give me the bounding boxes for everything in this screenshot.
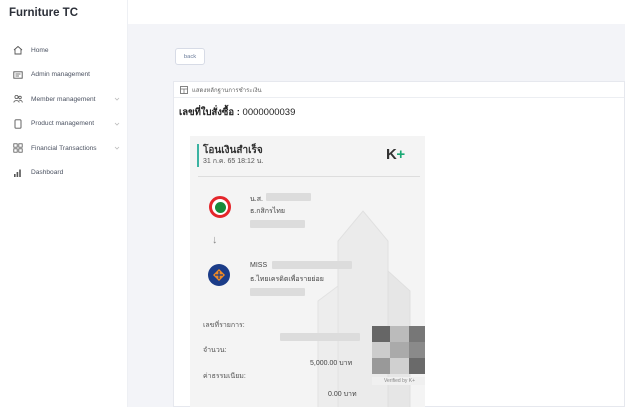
sidebar-item-label: Home xyxy=(31,46,49,54)
arrow-down-icon: ↓ xyxy=(212,234,218,246)
card-title: แสดงหลักฐานการชำระเงิน xyxy=(192,87,262,94)
top-bar xyxy=(128,0,625,24)
reference-label: เลขที่รายการ: xyxy=(203,322,245,329)
kplus-logo-k: K xyxy=(386,146,397,163)
card-header: แสดงหลักฐานการชำระเงิน xyxy=(174,82,624,98)
verified-by-kplus: Verified by K+ xyxy=(372,377,425,385)
receiver-name-redacted xyxy=(272,261,352,269)
sidebar-item-admin-management[interactable]: Admin management xyxy=(0,63,128,88)
admin-card-icon xyxy=(12,69,23,80)
reference-redacted xyxy=(280,333,360,341)
kplus-logo: K+ xyxy=(386,146,405,163)
order-number: 0000000039 xyxy=(242,107,296,118)
receiver-bank-logo-icon xyxy=(208,264,230,286)
order-number-heading: เลขที่ใบสั่งซื้อ : 0000000039 xyxy=(179,105,295,120)
payment-proof-card: แสดงหลักฐานการชำระเงิน เลขที่ใบสั่งซื้อ … xyxy=(173,81,625,407)
chevron-down-icon xyxy=(114,122,120,126)
chevron-down-icon xyxy=(114,97,120,101)
kbank-logo-icon xyxy=(209,196,231,218)
chevron-down-icon xyxy=(114,146,120,150)
sidebar-item-label: Product management xyxy=(31,120,95,128)
back-button[interactable]: back xyxy=(175,48,205,65)
sidebar-item-label: Member management xyxy=(31,95,96,103)
sender-bank: ธ.กสิกรไทย xyxy=(250,208,285,215)
sidebar-item-label: Admin management xyxy=(31,71,91,79)
transfer-datetime: 31 ก.ค. 65 18:12 น. xyxy=(203,158,264,165)
fee-label: ค่าธรรมเนียม: xyxy=(203,373,246,380)
sidebar-item-home[interactable]: Home xyxy=(0,38,128,63)
sidebar-item-dashboard[interactable]: Dashboard xyxy=(0,161,128,186)
sidebar: Furniture TC Home Admin management Membe… xyxy=(0,0,128,407)
qr-code xyxy=(372,326,425,374)
order-label: เลขที่ใบสั่งซื้อ : xyxy=(179,107,240,118)
slip-divider xyxy=(198,176,420,177)
home-icon xyxy=(12,45,23,56)
fee-value: 0.00 บาท xyxy=(328,391,357,398)
receiver-bank: ธ.ไทยเครดิตเพื่อรายย่อย xyxy=(250,276,324,283)
transfer-slip-image: โอนเงินสำเร็จ 31 ก.ค. 65 18:12 น. K+ น.ส… xyxy=(190,136,425,407)
brand-title: Furniture TC xyxy=(9,7,78,19)
receiver-account-redacted xyxy=(250,288,305,296)
slip-accent-bar xyxy=(197,144,199,167)
grid-icon xyxy=(12,143,23,154)
sender-name-redacted xyxy=(266,193,311,201)
sidebar-item-financial-transactions[interactable]: Financial Transactions xyxy=(0,136,128,161)
sidebar-item-product-management[interactable]: Product management xyxy=(0,112,128,137)
sidebar-nav: Home Admin management Member management … xyxy=(0,38,128,185)
sidebar-item-label: Financial Transactions xyxy=(31,144,97,152)
bar-chart-icon xyxy=(12,167,23,178)
amount-value: 5,000.00 บาท xyxy=(310,360,353,367)
amount-label: จำนวน: xyxy=(203,347,227,354)
kplus-logo-plus: + xyxy=(396,146,405,163)
sender-account-redacted xyxy=(250,220,305,228)
product-icon xyxy=(12,118,23,129)
sidebar-item-label: Dashboard xyxy=(31,169,64,177)
table-icon xyxy=(180,85,188,94)
main-content: back แสดงหลักฐานการชำระเงิน เลขที่ใบสั่ง… xyxy=(128,24,625,407)
sender-name-prefix: น.ส. xyxy=(250,196,263,203)
receiver-name-prefix: MISS xyxy=(250,262,268,269)
sidebar-item-member-management[interactable]: Member management xyxy=(0,87,128,112)
members-icon xyxy=(12,94,23,105)
